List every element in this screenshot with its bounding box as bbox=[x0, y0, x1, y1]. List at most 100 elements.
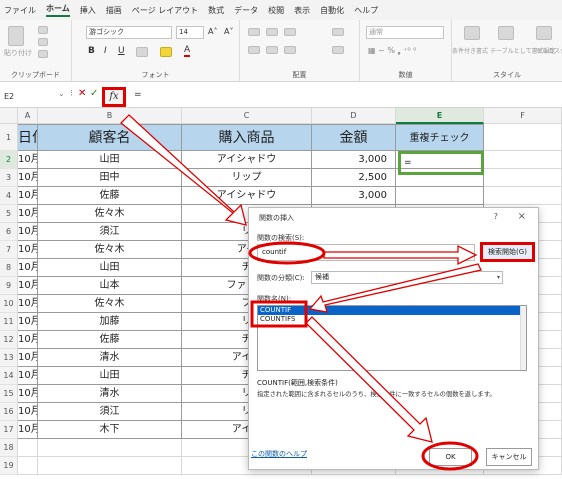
underline-icon[interactable]: U bbox=[118, 46, 125, 56]
grow-font-icon[interactable]: A˄ bbox=[208, 27, 217, 36]
row-header[interactable]: 15 bbox=[0, 385, 18, 403]
align-left-icon[interactable] bbox=[248, 46, 260, 54]
formula-input[interactable]: = bbox=[134, 90, 142, 100]
table-cell[interactable]: 佐藤 bbox=[38, 187, 182, 205]
enter-entry-icon[interactable]: ✓ bbox=[90, 88, 98, 99]
insert-function-button[interactable]: fx bbox=[102, 87, 126, 107]
table-cell[interactable]: 山田 bbox=[38, 367, 182, 385]
dialog-help-icon[interactable]: ? bbox=[494, 212, 498, 221]
table-cell[interactable]: 10月28日 bbox=[18, 385, 38, 403]
function-search-input[interactable]: countif bbox=[257, 244, 475, 261]
table-cell[interactable]: 10月23日 bbox=[18, 331, 38, 349]
italic-icon[interactable]: I bbox=[104, 46, 107, 56]
empty-cell[interactable] bbox=[484, 151, 562, 169]
row-header[interactable]: 7 bbox=[0, 241, 18, 259]
accounting-format-icon[interactable]: ▦ ~ % ❟ ⁺⁰ ⁰ bbox=[368, 46, 416, 56]
row-header[interactable]: 19 bbox=[0, 457, 18, 475]
align-bottom-icon[interactable] bbox=[284, 28, 296, 36]
column-header-b[interactable]: B bbox=[38, 108, 182, 124]
table-cell[interactable]: 10月30日 bbox=[18, 403, 38, 421]
row-header[interactable]: 8 bbox=[0, 259, 18, 277]
table-cell[interactable]: アイシャドウ bbox=[182, 187, 312, 205]
ribbon-tab[interactable]: 数式 bbox=[208, 5, 224, 16]
font-size-select[interactable]: 14 bbox=[176, 26, 204, 39]
align-middle-icon[interactable] bbox=[266, 28, 278, 36]
row-header[interactable]: 10 bbox=[0, 295, 18, 313]
table-cell[interactable]: 10月22日 bbox=[18, 313, 38, 331]
cancel-button[interactable]: キャンセル bbox=[486, 448, 532, 466]
table-cell[interactable]: 10月13日 bbox=[18, 205, 38, 223]
ribbon-tab[interactable]: 挿入 bbox=[80, 5, 96, 16]
format-as-table-icon[interactable] bbox=[498, 26, 514, 40]
border-icon[interactable] bbox=[136, 47, 148, 57]
cell-styles-icon[interactable] bbox=[536, 26, 552, 40]
category-select[interactable]: 候補 ▾ bbox=[311, 271, 503, 284]
paste-label[interactable]: 貼り付け bbox=[4, 48, 32, 58]
number-format-select[interactable]: 通常 bbox=[366, 26, 444, 39]
active-cell-e2[interactable]: = bbox=[398, 151, 484, 175]
table-cell[interactable]: 田中 bbox=[38, 169, 182, 187]
table-cell[interactable]: 10月5日 bbox=[18, 187, 38, 205]
table-cell[interactable]: 10月1日 bbox=[18, 151, 38, 169]
merge-cells-icon[interactable] bbox=[332, 46, 344, 54]
select-all-corner[interactable] bbox=[0, 108, 18, 124]
table-header-cell[interactable]: 重複チェック bbox=[396, 124, 484, 151]
function-help-link[interactable]: この関数のヘルプ bbox=[251, 449, 307, 459]
align-top-icon[interactable] bbox=[248, 28, 260, 36]
ok-button[interactable]: OK bbox=[429, 448, 472, 466]
row-header[interactable]: 4 bbox=[0, 187, 18, 205]
row-header[interactable]: 16 bbox=[0, 403, 18, 421]
row-header[interactable]: 18 bbox=[0, 439, 18, 457]
row-header[interactable]: 6 bbox=[0, 223, 18, 241]
search-start-button[interactable]: 検索開始(G) bbox=[480, 242, 535, 262]
ribbon-tab[interactable]: ヘルプ bbox=[354, 5, 378, 16]
function-list[interactable]: COUNTIF COUNTIFS bbox=[257, 305, 527, 371]
table-cell[interactable]: 佐々木 bbox=[38, 205, 182, 223]
table-cell[interactable]: 山本 bbox=[38, 277, 182, 295]
column-header-c[interactable]: C bbox=[182, 108, 312, 124]
table-cell[interactable]: 3,000 bbox=[312, 187, 396, 205]
dialog-close-icon[interactable]: × bbox=[518, 211, 526, 222]
column-header-d[interactable]: D bbox=[312, 108, 396, 124]
font-color-icon[interactable]: A bbox=[184, 45, 191, 57]
table-header-cell[interactable]: 金額 bbox=[312, 124, 396, 151]
table-cell[interactable]: アイシャドウ bbox=[182, 151, 312, 169]
cancel-entry-icon[interactable]: ✕ bbox=[78, 88, 86, 99]
table-cell[interactable]: 3,000 bbox=[312, 151, 396, 169]
conditional-format-button[interactable]: 条件付き書式 bbox=[452, 46, 488, 55]
column-header-f[interactable]: F bbox=[484, 108, 562, 124]
row-header[interactable]: 1 bbox=[0, 124, 18, 151]
table-header-cell[interactable]: 顧客名 bbox=[38, 124, 182, 151]
ribbon-tab[interactable]: ファイル bbox=[4, 5, 36, 16]
align-center-icon[interactable] bbox=[266, 46, 278, 54]
align-right-icon[interactable] bbox=[284, 46, 296, 54]
empty-cell[interactable] bbox=[484, 169, 562, 187]
cell-styles-button[interactable]: セルのスタイル bbox=[536, 46, 562, 55]
table-cell[interactable]: 10月28日 bbox=[18, 367, 38, 385]
table-cell[interactable]: 2,500 bbox=[312, 169, 396, 187]
table-cell[interactable]: 10月3日 bbox=[18, 169, 38, 187]
format-painter-icon[interactable] bbox=[38, 50, 48, 58]
table-cell[interactable]: 10月25日 bbox=[18, 349, 38, 367]
empty-cell[interactable] bbox=[484, 124, 562, 151]
ribbon-tab[interactable]: ページ レイアウト bbox=[132, 5, 198, 16]
row-header[interactable]: 13 bbox=[0, 349, 18, 367]
empty-cell[interactable] bbox=[18, 457, 38, 475]
table-cell[interactable]: 山田 bbox=[38, 151, 182, 169]
empty-cell[interactable] bbox=[38, 457, 182, 475]
table-cell[interactable]: 加藤 bbox=[38, 313, 182, 331]
table-cell[interactable]: 10月15日 bbox=[18, 259, 38, 277]
ribbon-tab[interactable]: 表示 bbox=[294, 5, 310, 16]
list-item-countif[interactable]: COUNTIF bbox=[258, 306, 526, 315]
ribbon-tab[interactable]: 校閲 bbox=[268, 5, 284, 16]
table-cell[interactable]: 佐藤 bbox=[38, 331, 182, 349]
table-header-cell[interactable]: 日付 bbox=[18, 124, 38, 151]
table-cell[interactable]: 清水 bbox=[38, 385, 182, 403]
row-header[interactable]: 11 bbox=[0, 313, 18, 331]
table-cell[interactable]: 10月31日 bbox=[18, 421, 38, 439]
cut-icon[interactable] bbox=[38, 26, 48, 34]
row-header[interactable]: 12 bbox=[0, 331, 18, 349]
function-list-scrollbar[interactable] bbox=[520, 306, 526, 370]
column-header-a[interactable]: A bbox=[18, 108, 38, 124]
table-cell[interactable]: 須江 bbox=[38, 223, 182, 241]
